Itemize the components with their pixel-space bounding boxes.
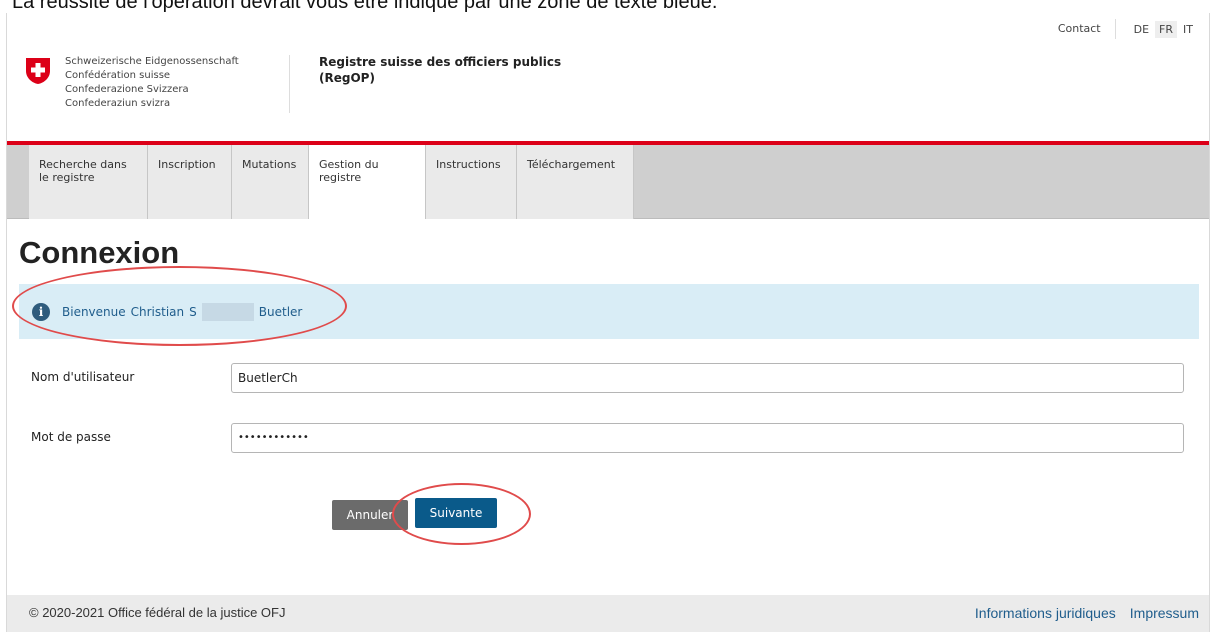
copyright-text: © 2020-2021 Office fédéral de la justice… bbox=[29, 605, 286, 620]
site-footer: © 2020-2021 Office fédéral de la justice… bbox=[7, 595, 1209, 632]
welcome-first-name: Christian bbox=[130, 304, 185, 319]
confederation-it: Confederazione Svizzera bbox=[65, 84, 189, 95]
next-button[interactable]: Suivante bbox=[415, 498, 497, 528]
welcome-prefix: Bienvenue bbox=[62, 304, 126, 319]
header-divider bbox=[289, 55, 290, 113]
confederation-name: Schweizerische Eidgenossenschaft Confédé… bbox=[65, 55, 239, 111]
welcome-initial: S bbox=[189, 304, 197, 319]
welcome-info-box: i Bienvenue Christian S Buetler bbox=[19, 284, 1199, 339]
tab-telechargement[interactable]: Téléchargement bbox=[517, 145, 634, 219]
confederation-fr: Confédération suisse bbox=[65, 70, 171, 81]
footer-links: Informations juridiques Impressum bbox=[975, 605, 1199, 621]
lang-it[interactable]: IT bbox=[1179, 21, 1197, 38]
impressum-link[interactable]: Impressum bbox=[1130, 605, 1199, 621]
info-icon: i bbox=[32, 302, 50, 321]
site-title: Registre suisse des officiers publics (R… bbox=[319, 54, 619, 86]
redacted-name bbox=[201, 302, 254, 321]
confederation-de: Schweizerische Eidgenossenschaft bbox=[65, 56, 239, 67]
welcome-message: Bienvenue Christian S Buetler bbox=[62, 302, 303, 321]
tab-recherche[interactable]: Recherche dans le registre bbox=[29, 145, 148, 219]
lang-fr[interactable]: FR bbox=[1155, 20, 1178, 38]
cancel-button[interactable]: Annuler bbox=[332, 500, 408, 530]
browser-page: Schweizerische Eidgenossenschaft Confédé… bbox=[6, 13, 1210, 632]
site-title-line1: Registre suisse des officiers publics bbox=[319, 55, 562, 69]
confederation-rm: Confederaziun svizra bbox=[65, 98, 171, 109]
tab-mutations[interactable]: Mutations bbox=[232, 145, 309, 219]
lang-de[interactable]: DE bbox=[1130, 21, 1153, 38]
username-label: Nom d'utilisateur bbox=[31, 370, 135, 384]
page-title: Connexion bbox=[19, 235, 180, 270]
password-label: Mot de passe bbox=[31, 430, 111, 444]
site-title-line2: (RegOP) bbox=[319, 71, 375, 85]
site-header: Schweizerische Eidgenossenschaft Confédé… bbox=[7, 13, 1209, 141]
password-field[interactable]: •••••••••••• bbox=[231, 423, 1184, 453]
contact-link[interactable]: Contact bbox=[1058, 19, 1116, 39]
tab-gestion-registre[interactable]: Gestion du registre bbox=[309, 145, 426, 219]
main-navigation: Recherche dans le registre Inscription M… bbox=[7, 145, 1209, 219]
tab-inscription[interactable]: Inscription bbox=[148, 145, 232, 219]
top-links: Contact DE FR IT bbox=[1058, 19, 1197, 39]
username-field[interactable]: BuetlerCh bbox=[231, 363, 1184, 393]
welcome-last-name: Buetler bbox=[258, 304, 303, 319]
instruction-caption: La réussite de l'opération devrait vous … bbox=[12, 0, 718, 13]
legal-info-link[interactable]: Informations juridiques bbox=[975, 605, 1116, 621]
tab-instructions[interactable]: Instructions bbox=[426, 145, 517, 219]
swiss-coat-of-arms-icon bbox=[26, 58, 50, 84]
